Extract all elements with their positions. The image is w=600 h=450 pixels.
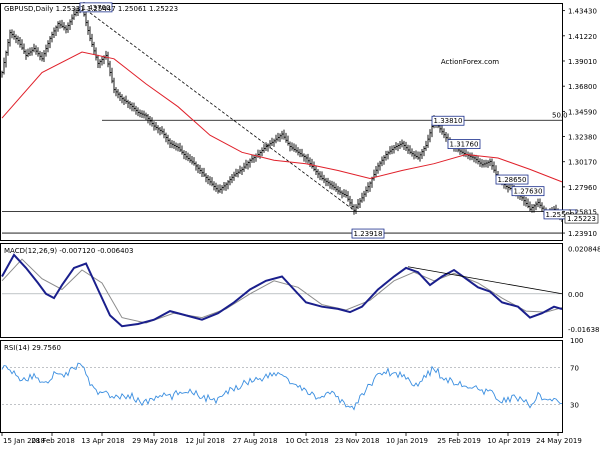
rsi-tick-label: 100 [570, 337, 583, 345]
price-tick-label: 1.23910 [568, 230, 597, 238]
x-tick-label: 12 Jul 2018 [185, 437, 225, 445]
rsi-tick-label: 70 [570, 365, 579, 373]
panel-frame [0, 243, 563, 338]
macd-tick-label: 0.00 [568, 291, 584, 299]
x-tick-label: 10 Jan 2019 [386, 437, 428, 445]
macd-line [1, 253, 563, 328]
macd-label: MACD(12,26,9) -0.007120 -0.006403 [4, 247, 133, 255]
price-tick-label: 1.39010 [568, 58, 597, 66]
chart-window: ActionForex.com 50.0 1.43760 1.33810 1.31760… [0, 0, 600, 450]
price-tick-label: 1.27960 [568, 184, 597, 192]
dashed-trendline [81, 6, 355, 211]
price-annotation-label: 1.23918 [354, 230, 383, 238]
price-annotation-label: 1.31760 [450, 141, 479, 149]
panel-frame [0, 340, 563, 433]
macd-tick-label: 0.020848 [568, 246, 600, 254]
chart-header-text: GBPUSD,Daily 1.25331 1.25447 1.25061 1.2… [4, 5, 178, 13]
rsi-label: RSI(14) 29.7560 [4, 344, 61, 352]
price-annotation-label: 1.27630 [514, 188, 543, 196]
x-tick-label: 29 May 2018 [132, 437, 178, 445]
price-tick-label: 1.41220 [568, 33, 597, 41]
price-annotation-label: 1.28650 [498, 176, 527, 184]
x-tick-label: 23 Nov 2018 [335, 437, 380, 445]
x-tick-label: 27 Aug 2018 [233, 437, 278, 445]
panel-frame [0, 3, 563, 241]
price-tick-label: 1.34590 [568, 108, 597, 116]
fib-label: 50.0 [552, 112, 568, 120]
price-tick-label: 1.32380 [568, 134, 597, 142]
current-price-label: 1.25223 [567, 215, 596, 223]
gbpusd-chart: ActionForex.com50.01.437601.338101.31760… [0, 1, 600, 445]
rsi-tick-label: 30 [570, 401, 579, 409]
price-tick-label: 1.43430 [568, 8, 597, 16]
x-tick-label: 13 Apr 2018 [81, 437, 124, 445]
price-tick-label: 1.36800 [568, 83, 597, 91]
x-tick-label: 25 Feb 2019 [437, 437, 481, 445]
price-annotation-label: 1.33810 [434, 117, 463, 125]
macd-tick-label: -0.016389 [568, 326, 600, 334]
macd-signal-line [1, 258, 563, 324]
x-tick-label: 10 Oct 2018 [285, 437, 328, 445]
rsi-line [1, 362, 562, 411]
x-tick-label: 24 May 2019 [536, 437, 582, 445]
price-tick-label: 1.30170 [568, 159, 597, 167]
x-tick-label: 28 Feb 2018 [31, 437, 75, 445]
x-tick-label: 10 Apr 2019 [487, 437, 530, 445]
watermark-text: ActionForex.com [441, 58, 499, 66]
